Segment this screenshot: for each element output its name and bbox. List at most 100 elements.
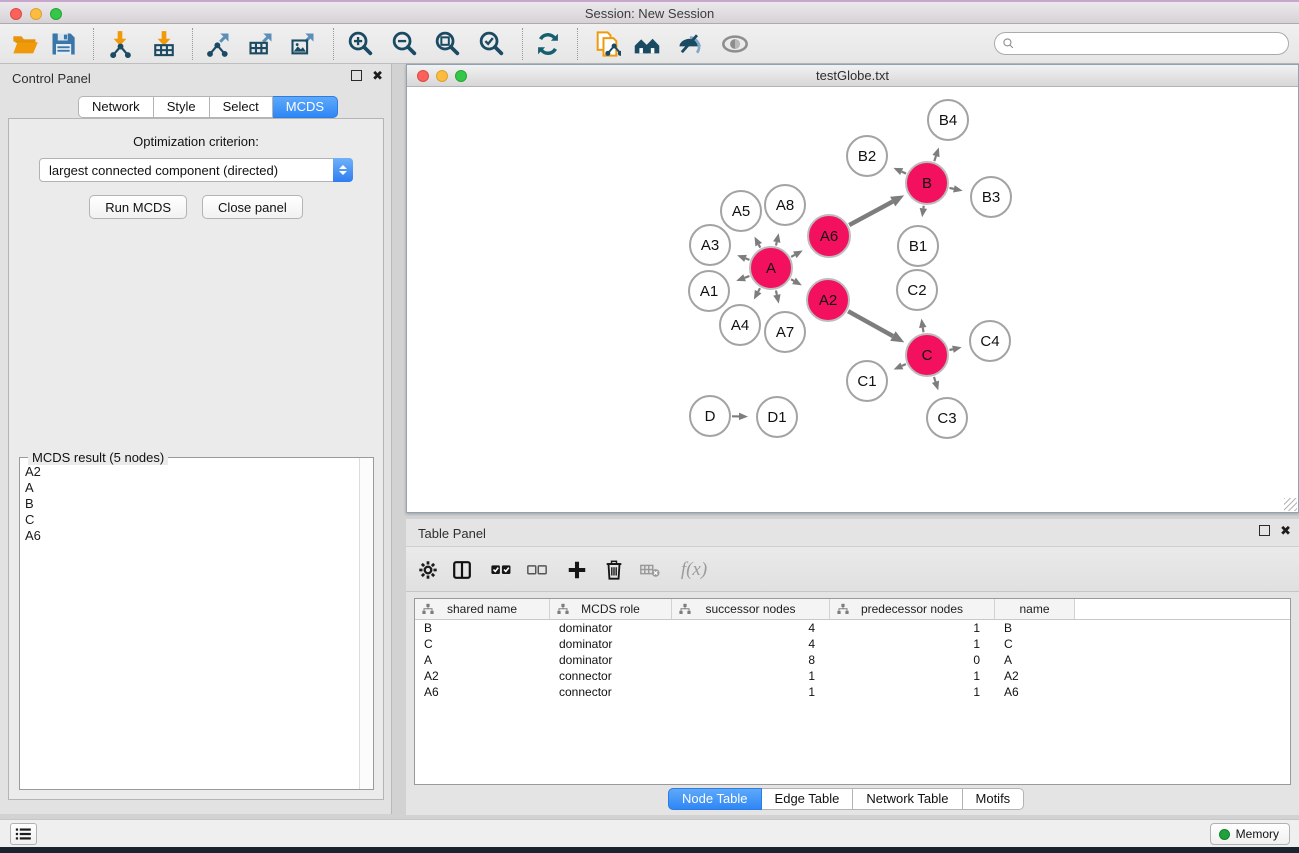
edge-B-B3[interactable] — [949, 185, 962, 192]
import-table-icon[interactable] — [147, 28, 181, 60]
table-float-panel-icon[interactable] — [1259, 525, 1270, 536]
node-C3[interactable]: C3 — [927, 398, 967, 438]
column-header-successor-nodes[interactable]: successor nodes — [672, 599, 830, 619]
edge-A-A5[interactable] — [755, 237, 763, 248]
zoom-out-icon[interactable] — [388, 28, 422, 60]
edge-B-B2[interactable] — [893, 168, 906, 175]
edge-B-B1[interactable] — [920, 206, 927, 218]
node-B[interactable]: B — [906, 162, 948, 204]
mcds-result-item[interactable]: B — [20, 496, 358, 512]
export-network-icon[interactable] — [201, 28, 235, 60]
mcds-result-item[interactable]: C — [20, 512, 358, 528]
node-A6[interactable]: A6 — [808, 215, 850, 257]
export-image-icon[interactable] — [286, 28, 320, 60]
zoom-fit-icon[interactable] — [431, 28, 465, 60]
node-C1[interactable]: C1 — [847, 361, 887, 401]
run-mcds-button[interactable]: Run MCDS — [89, 195, 187, 219]
add-column-icon[interactable] — [563, 556, 591, 584]
zoom-in-icon[interactable] — [344, 28, 378, 60]
column-layout-icon[interactable] — [448, 556, 476, 584]
open-session-icon[interactable] — [8, 28, 42, 60]
search-field[interactable] — [994, 32, 1289, 55]
node-A4[interactable]: A4 — [720, 305, 760, 345]
node-C[interactable]: C — [906, 334, 948, 376]
tab-motifs[interactable]: Motifs — [963, 788, 1025, 810]
export-table-icon[interactable] — [244, 28, 278, 60]
table-row[interactable]: Bdominator41B — [415, 620, 1290, 636]
network-canvas[interactable]: B4 B2 B B3 A8A5 A6 A3 B1 A C2 A1 A2 A4A7 C4 C C1 D D1 C3 — [407, 87, 1298, 512]
mcds-result-item[interactable]: A2 — [20, 464, 358, 480]
edge-A-A8[interactable] — [773, 233, 780, 245]
edge-A2-C[interactable] — [848, 311, 904, 342]
edge-C-C4[interactable] — [949, 346, 961, 353]
node-B3[interactable]: B3 — [971, 177, 1011, 217]
column-header-predecessor-nodes[interactable]: predecessor nodes — [830, 599, 995, 619]
node-D[interactable]: D — [690, 396, 730, 436]
first-neighbors-icon[interactable] — [630, 28, 664, 60]
tab-edge-table[interactable]: Edge Table — [762, 788, 854, 810]
new-network-from-selection-icon[interactable] — [590, 28, 624, 60]
search-input[interactable] — [1019, 35, 1288, 53]
table-close-panel-icon[interactable]: ✖ — [1280, 525, 1291, 536]
column-header-name[interactable]: name — [995, 599, 1075, 619]
hide-selected-icon[interactable] — [673, 28, 707, 60]
edge-D-D1[interactable] — [732, 413, 748, 420]
column-header-MCDS-role[interactable]: MCDS role — [550, 599, 672, 619]
table-row[interactable]: A6connector11A6 — [415, 684, 1290, 700]
edge-A-A7[interactable] — [773, 290, 780, 303]
node-A5[interactable]: A5 — [721, 191, 761, 231]
close-panel-icon[interactable]: ✖ — [372, 70, 383, 81]
network-window-titlebar[interactable]: testGlobe.txt — [407, 65, 1298, 87]
edge-C-C3[interactable] — [932, 377, 939, 390]
edge-C-C1[interactable] — [894, 362, 906, 369]
column-header-shared-name[interactable]: shared name — [415, 599, 550, 619]
node-D1[interactable]: D1 — [757, 397, 797, 437]
table-settings-icon[interactable] — [414, 556, 442, 584]
edge-A6-B[interactable] — [849, 195, 904, 225]
table-row[interactable]: Cdominator41C — [415, 636, 1290, 652]
edge-C-C2[interactable] — [919, 319, 926, 333]
node-A8[interactable]: A8 — [765, 185, 805, 225]
tab-mcds[interactable]: MCDS — [273, 96, 338, 118]
node-C2[interactable]: C2 — [897, 270, 937, 310]
deselect-all-icon[interactable] — [523, 556, 551, 584]
delete-column-icon[interactable] — [600, 556, 628, 584]
save-session-icon[interactable] — [46, 28, 80, 60]
node-A2[interactable]: A2 — [807, 279, 849, 321]
node-A[interactable]: A — [750, 247, 792, 289]
tab-style[interactable]: Style — [154, 96, 210, 118]
node-A1[interactable]: A1 — [689, 271, 729, 311]
close-panel-button[interactable]: Close panel — [202, 195, 303, 219]
edge-A-A4[interactable] — [754, 288, 762, 299]
resize-grip[interactable] — [1284, 498, 1297, 511]
table-row[interactable]: A2connector11A2 — [415, 668, 1290, 684]
select-all-icon[interactable] — [487, 556, 515, 584]
float-panel-icon[interactable] — [351, 70, 362, 81]
tab-select[interactable]: Select — [210, 96, 273, 118]
tab-node-table[interactable]: Node Table — [668, 788, 762, 810]
zoom-selected-icon[interactable] — [475, 28, 509, 60]
node-B1[interactable]: B1 — [898, 226, 938, 266]
graphics-details-icon[interactable] — [718, 28, 752, 60]
mcds-result-item[interactable]: A — [20, 480, 358, 496]
edge-A-A2[interactable] — [791, 278, 802, 286]
mcds-result-item[interactable]: A6 — [20, 528, 358, 544]
refresh-icon[interactable] — [531, 28, 565, 60]
node-A7[interactable]: A7 — [765, 312, 805, 352]
edge-A-A1[interactable] — [736, 274, 749, 281]
tab-network[interactable]: Network — [78, 96, 154, 118]
edge-B-B4[interactable] — [932, 148, 939, 162]
node-B2[interactable]: B2 — [847, 136, 887, 176]
task-history-button[interactable] — [10, 823, 37, 845]
import-network-icon[interactable] — [103, 28, 137, 60]
node-C4[interactable]: C4 — [970, 321, 1010, 361]
node-B4[interactable]: B4 — [928, 100, 968, 140]
edge-A-A3[interactable] — [737, 255, 749, 262]
node-A3[interactable]: A3 — [690, 225, 730, 265]
tab-network-table[interactable]: Network Table — [853, 788, 962, 810]
table-row[interactable]: Adominator80A — [415, 652, 1290, 668]
edge-A-A6[interactable] — [791, 250, 803, 258]
optimization-criterion-select[interactable]: largest connected component (directed) — [39, 158, 353, 182]
memory-button[interactable]: Memory — [1210, 823, 1290, 845]
result-scrollbar[interactable] — [359, 458, 373, 789]
